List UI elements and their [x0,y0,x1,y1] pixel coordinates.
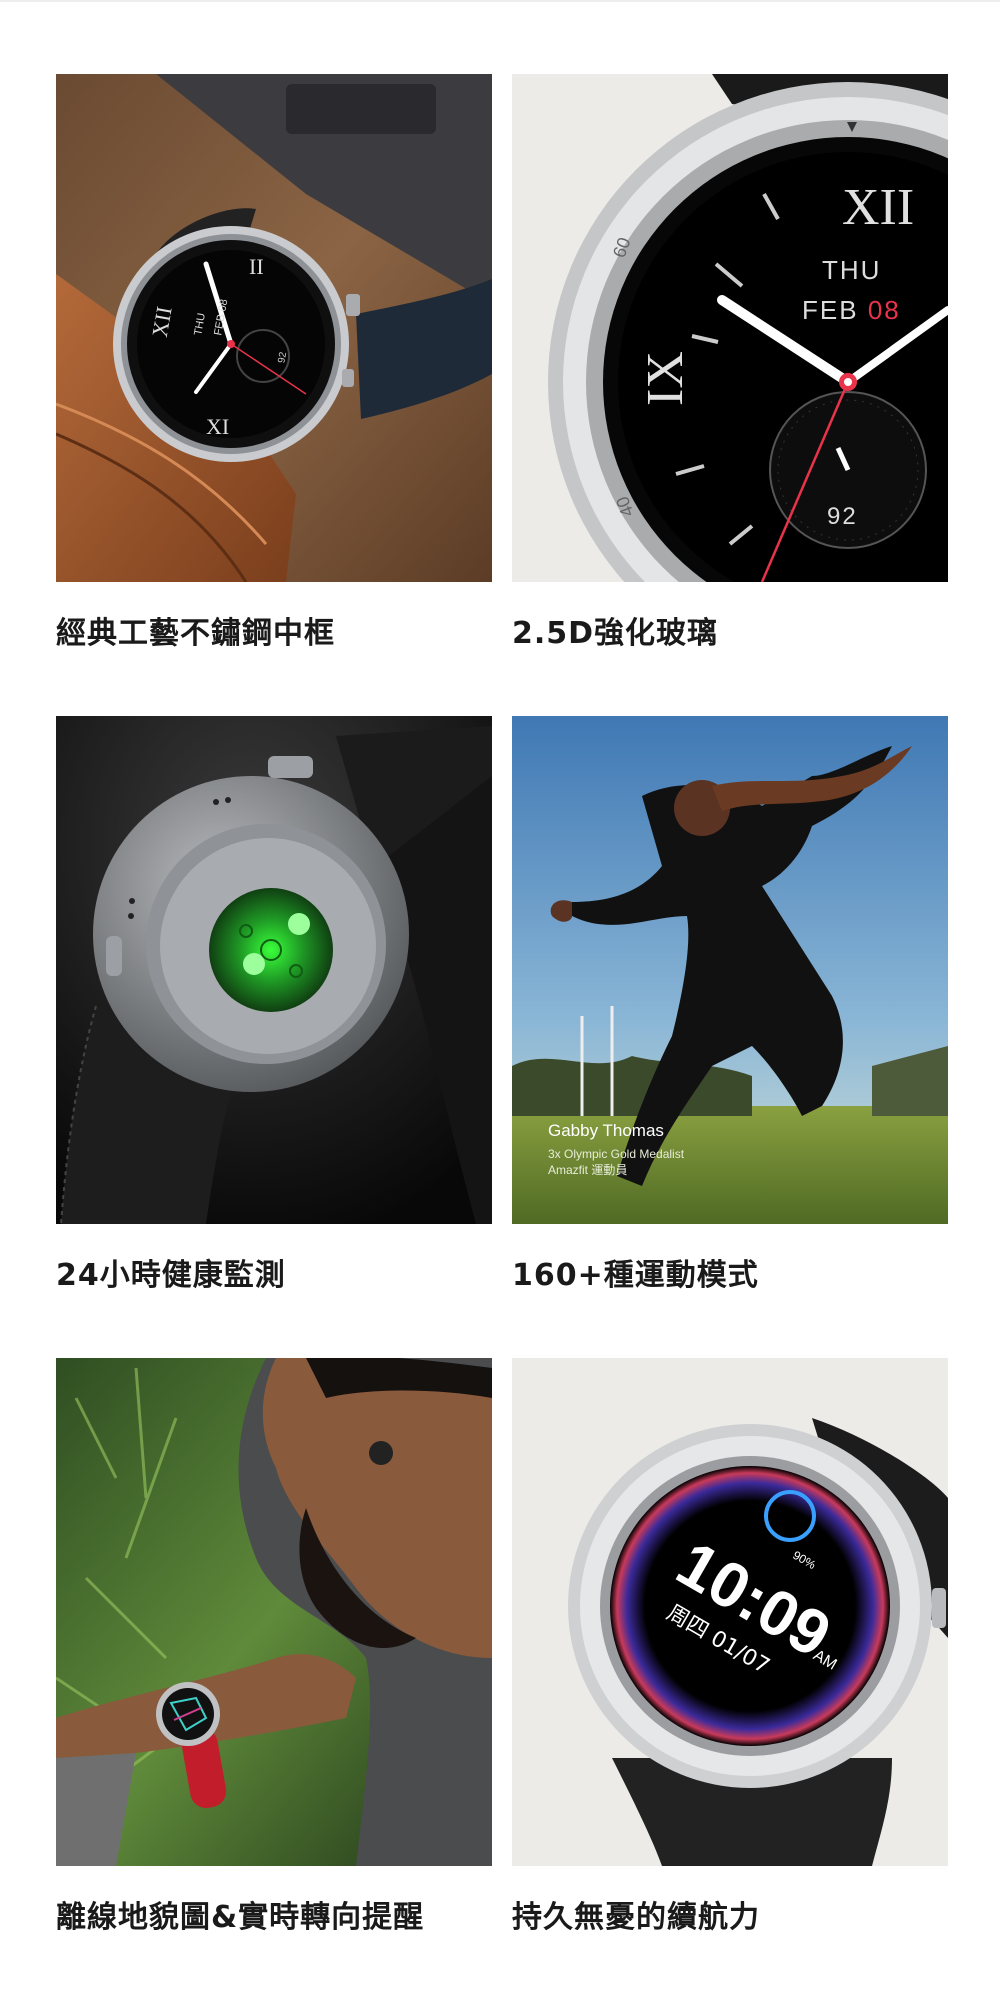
feature-caption: 2.5D強化玻璃 [512,616,719,651]
feature-caption: 離線地貌圖&實時轉向提醒 [56,1900,425,1935]
feature-card-glass[interactable]: XII IX THU FEB 08 92 60 40 2.5D強化玻璃 [512,74,948,652]
watch-battery-image: 10:09 AM 周四 01/07 90% [512,1358,948,1866]
svg-text:XII: XII [147,305,177,339]
athlete-running-image: Gabby Thomas 3x Olympic Gold Medalist Am… [512,716,948,1224]
feature-card-steel-frame[interactable]: II XII XI THU FEB 08 92 經典工藝不鏽鋼中框 [56,74,492,652]
man-checking-watch-image [56,1358,492,1866]
watch-sensor-image [56,716,492,1224]
feature-card-sports[interactable]: Gabby Thomas 3x Olympic Gold Medalist Am… [512,716,948,1294]
athlete-name: Gabby Thomas [548,1121,664,1140]
watch-subdial-value: 92 [827,503,858,530]
feature-caption: 持久無憂的續航力 [512,1900,760,1935]
watch-date-label: FEB 08 [802,295,901,325]
feature-caption: 經典工藝不鏽鋼中框 [56,616,335,651]
watch-closeup-image: XII IX THU FEB 08 92 60 40 [512,74,948,582]
athlete-role: Amazfit 運動員 [548,1163,627,1177]
feature-card-health[interactable]: 24小時健康監測 [56,716,492,1294]
svg-text:XI: XI [206,414,229,439]
svg-text:XII: XII [842,179,914,236]
feature-grid: II XII XI THU FEB 08 92 經典工藝不鏽鋼中框 XII IX… [0,0,1000,2000]
watch-day-label: THU [822,255,881,285]
watch-on-wallet-image: II XII XI THU FEB 08 92 [56,74,492,582]
athlete-title: 3x Olympic Gold Medalist [548,1147,685,1161]
feature-card-battery[interactable]: 10:09 AM 周四 01/07 90% 持久無憂的續航力 [512,1358,948,1936]
feature-caption: 160+種運動模式 [512,1258,759,1293]
svg-text:IX: IX [637,351,694,406]
feature-card-navigation[interactable]: 離線地貌圖&實時轉向提醒 [56,1358,492,1936]
feature-caption: 24小時健康監測 [56,1258,286,1293]
svg-text:II: II [249,254,264,279]
